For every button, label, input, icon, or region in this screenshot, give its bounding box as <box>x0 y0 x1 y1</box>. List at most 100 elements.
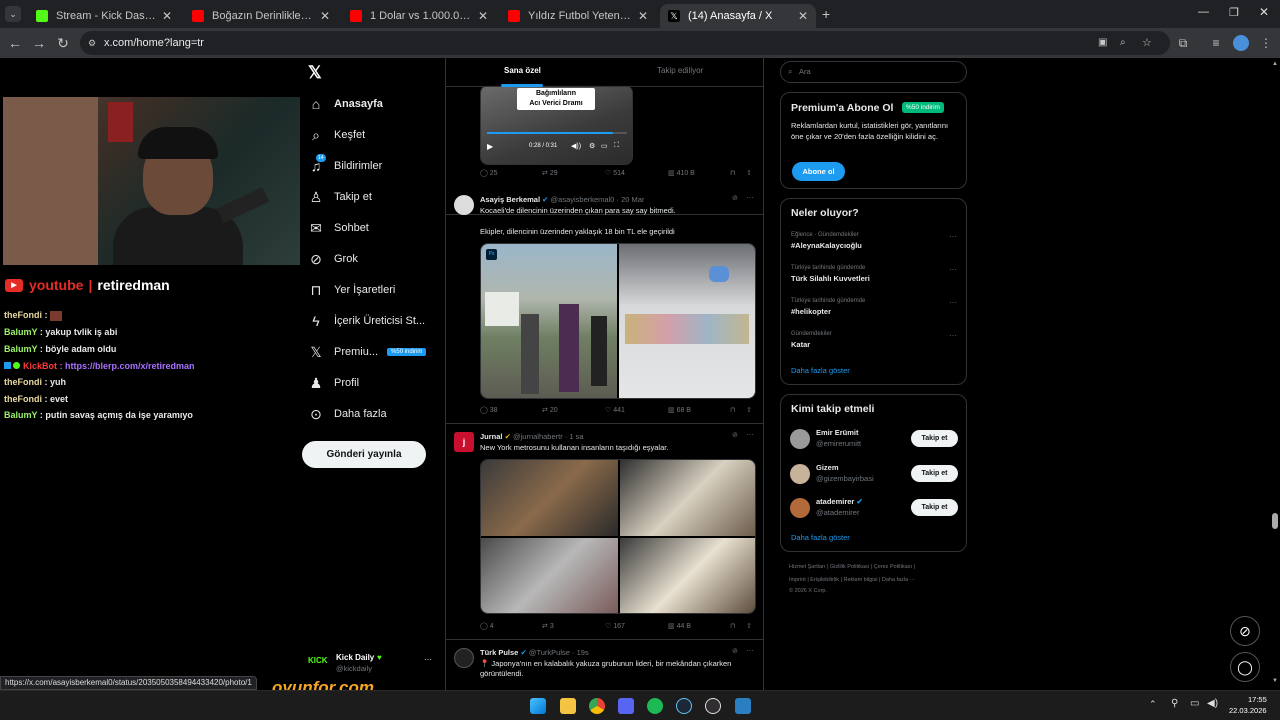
close-icon[interactable]: ✕ <box>320 9 330 23</box>
nav-explore[interactable]: ⌕ Keşfet <box>308 123 365 147</box>
bookmark-star-icon[interactable]: ☆ <box>1142 31 1152 55</box>
grok-icon[interactable]: ⊘ <box>732 431 738 439</box>
close-icon[interactable]: ✕ <box>162 9 172 23</box>
avatar[interactable] <box>790 498 810 518</box>
follow-suggestion[interactable]: Emir Erümit @emirerumitt Takip et <box>781 426 968 452</box>
share-button[interactable]: ⇧ <box>746 406 752 414</box>
start-icon[interactable] <box>530 698 546 714</box>
retweet-button[interactable]: ⇄ 20 <box>542 406 558 414</box>
browser-tab[interactable]: Yıldız Futbol Yeteneklerimi Puan✕ <box>500 4 656 28</box>
chrome-icon[interactable] <box>589 698 605 714</box>
scroll-up-arrow[interactable]: ▲ <box>1272 61 1278 67</box>
restore-button[interactable]: ❐ <box>1229 6 1239 19</box>
install-icon[interactable]: ▣ <box>1098 31 1107 55</box>
nav-chat[interactable]: ✉ Sohbet <box>308 216 369 240</box>
trend-item[interactable]: Türkiye tarihinde gündemde #helikopter ·… <box>781 296 968 324</box>
media-icon[interactable]: ≡ <box>1208 35 1224 51</box>
page-scrollbar[interactable]: ▲ ▼ <box>1270 58 1280 690</box>
more-dots-icon[interactable]: ··· <box>746 430 754 439</box>
tweet-video[interactable]: Bağımlıların Acı Verici Dramı ▶ 0:28 / 0… <box>480 85 633 165</box>
zoom-icon[interactable]: ⌕ <box>1120 31 1126 55</box>
subscribe-button[interactable]: Abone ol <box>792 162 845 181</box>
reply-button[interactable]: ◯ 4 <box>480 622 494 630</box>
author-name[interactable]: Jurnal <box>480 432 503 441</box>
account-switcher[interactable]: KICK Kick Daily ♥ @kickdaily ··· <box>306 651 436 675</box>
follow-suggestion[interactable]: atademirer ✔ @atademirer Takip et <box>781 495 968 521</box>
bookmark-button[interactable]: ⊓ <box>730 406 735 414</box>
trend-item[interactable]: Eğlence · Gündemdekiler #AleynaKalaycıoğ… <box>781 230 968 258</box>
obs-icon[interactable] <box>705 698 721 714</box>
like-button[interactable]: ♡ 441 <box>605 406 625 414</box>
more-dots-icon[interactable]: ··· <box>949 298 957 307</box>
follow-button[interactable]: Takip et <box>911 499 958 516</box>
author-name[interactable]: Türk Pulse <box>480 648 518 657</box>
browser-tab[interactable]: 1 Dolar vs 1.000.000.000 Dolar✕ <box>342 4 496 28</box>
bookmark-button[interactable]: ⊓ <box>730 169 735 177</box>
nav-bookmarks[interactable]: ⊓ Yer İşaretleri <box>308 278 396 302</box>
tweet[interactable]: Asayiş Berkemal ✔ @asayisberkemal0 · 20 … <box>446 187 763 424</box>
close-icon[interactable]: ✕ <box>638 9 648 23</box>
follow-button[interactable]: Takip et <box>911 465 958 482</box>
tweet-photo[interactable] <box>481 460 618 536</box>
menu-icon[interactable]: ⋮ <box>1258 35 1274 51</box>
network-icon[interactable]: ▭ <box>1190 698 1199 709</box>
tray-chevron-icon[interactable]: ⌃ <box>1149 699 1157 710</box>
video-progress-bar[interactable] <box>487 132 627 134</box>
tweet-photo[interactable] <box>481 538 618 613</box>
address-bar[interactable]: ⚙ x.com/home?lang=tr ▣ ⌕ ☆ <box>80 31 1170 55</box>
grok-icon[interactable]: ⊘ <box>732 194 738 202</box>
microphone-icon[interactable]: ⚲ <box>1171 698 1178 709</box>
show-more-link[interactable]: Daha fazla göster <box>791 366 850 375</box>
grok-fab-button[interactable]: ⊘ <box>1230 616 1260 646</box>
views-count[interactable]: ▥ 44 B <box>668 622 691 630</box>
tweet[interactable]: j Jurnal ✔ @jurnalhabertr · 1 sa ⊘ ··· N… <box>446 424 763 640</box>
pip-icon[interactable]: ▭ <box>601 142 608 150</box>
retweet-button[interactable]: ⇄ 3 <box>542 622 554 630</box>
tweet-photo[interactable] <box>620 538 755 613</box>
file-explorer-icon[interactable] <box>560 698 576 714</box>
browser-tab[interactable]: Stream - Kick Dashboard✕ <box>28 4 180 28</box>
tweet-photo[interactable] <box>620 460 755 536</box>
tweet-image-grid[interactable]: Ps <box>480 243 756 399</box>
more-dots-icon[interactable]: ··· <box>949 232 957 241</box>
nav-grok[interactable]: ⊘ Grok <box>308 247 358 271</box>
nav-follow[interactable]: ♙ Takip et <box>308 185 372 209</box>
close-icon[interactable]: ✕ <box>798 9 808 23</box>
minimize-button[interactable]: — <box>1198 6 1209 18</box>
footer-links[interactable]: Imprint | Erişilebilirlik | Reklam bilgi… <box>789 577 915 583</box>
discord-icon[interactable] <box>618 698 634 714</box>
new-tab-button[interactable]: + <box>822 6 830 22</box>
nav-home[interactable]: ⌂ Anasayfa <box>308 92 383 116</box>
fullscreen-icon[interactable]: ⛶ <box>614 142 619 150</box>
spotify-icon[interactable] <box>647 698 663 714</box>
messages-fab-button[interactable]: ◯ <box>1230 652 1260 682</box>
tab-search-button[interactable]: ⌄ <box>5 6 21 22</box>
more-dots-icon[interactable]: ··· <box>746 193 754 202</box>
like-button[interactable]: ♡ 514 <box>605 169 625 177</box>
avatar[interactable] <box>454 648 474 668</box>
more-dots-icon[interactable]: ··· <box>949 331 957 340</box>
nav-profile[interactable]: ♟ Profil <box>308 371 359 395</box>
nav-premium[interactable]: 𝕏 Premiu... %50 indirim <box>308 340 427 364</box>
extensions-icon[interactable]: ⧉ <box>1175 35 1191 51</box>
settings-icon[interactable]: ⚙ <box>589 142 595 150</box>
reply-button[interactable]: ◯ 38 <box>480 406 498 414</box>
browser-tab[interactable]: Boğazın Derinlikleri 5 | Ortaköy✕ <box>184 4 338 28</box>
avatar[interactable] <box>790 429 810 449</box>
nav-notifications[interactable]: ♫ 14 Bildirimler <box>308 154 382 178</box>
reload-button[interactable]: ↻ <box>54 34 72 52</box>
more-dots-icon[interactable]: ··· <box>746 646 754 655</box>
tweet-photo[interactable]: Ps <box>481 244 617 398</box>
views-count[interactable]: ▥ 410 B <box>668 169 695 177</box>
avatar[interactable] <box>790 464 810 484</box>
views-count[interactable]: ▥ 68 B <box>668 406 691 414</box>
show-more-link[interactable]: Daha fazla göster <box>791 533 850 542</box>
like-button[interactable]: ♡ 167 <box>605 622 625 630</box>
tab-for-you[interactable]: Sana özel <box>504 66 541 75</box>
clock-date[interactable]: 22.03.2026 <box>1229 706 1267 715</box>
volume-icon[interactable]: ◀) <box>1207 698 1218 709</box>
footer-links[interactable]: Hizmet Şartları | Gizlilik Politikası | … <box>789 564 915 570</box>
browser-tab-active[interactable]: 𝕏 (14) Anasayfa / X ✕ <box>660 4 816 28</box>
follow-button[interactable]: Takip et <box>911 430 958 447</box>
more-dots-icon[interactable]: ··· <box>949 265 957 274</box>
